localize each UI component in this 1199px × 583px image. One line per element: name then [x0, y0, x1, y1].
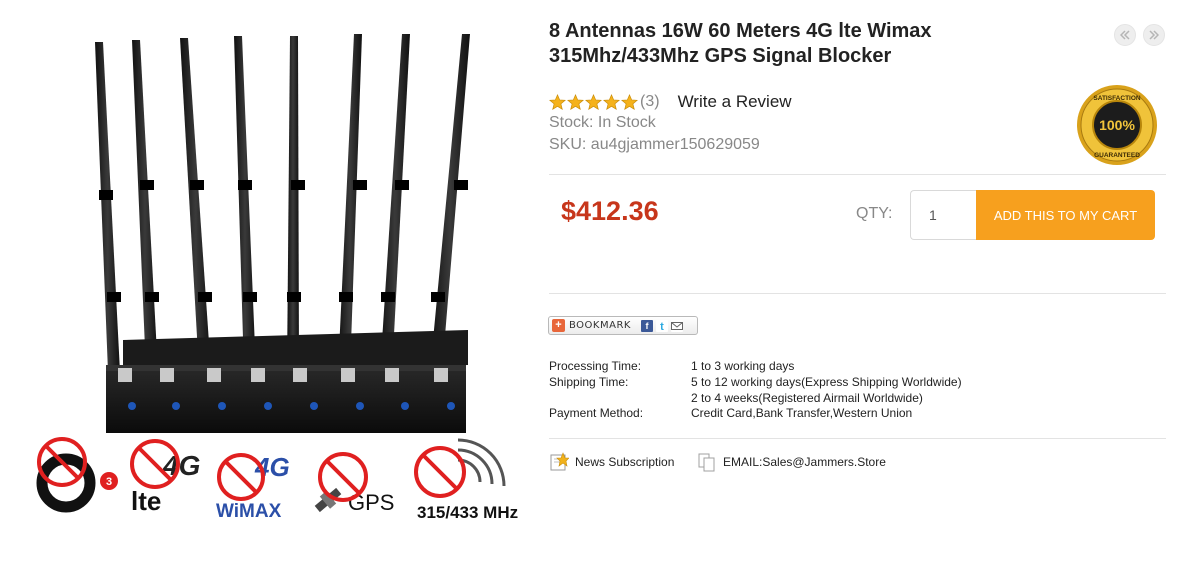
- band-315-433-badge: 315/433 MHz: [414, 438, 518, 522]
- facebook-icon[interactable]: f: [640, 319, 653, 332]
- shipping-time-label: Shipping Time:: [549, 375, 629, 389]
- payment-method-label: Payment Method:: [549, 406, 644, 420]
- processing-time-value: 1 to 3 working days: [691, 359, 795, 373]
- payment-method-value: Credit Card,Bank Transfer,Western Union: [691, 406, 913, 420]
- processing-time-label: Processing Time:: [549, 359, 642, 373]
- divider: [549, 438, 1166, 439]
- email-contact-link[interactable]: EMAIL:Sales@Jammers.Store: [697, 452, 886, 472]
- band-gps-badge: GPS: [314, 452, 394, 515]
- band-lte-badge: 4G lte: [130, 439, 200, 516]
- news-subscription-link[interactable]: News Subscription: [550, 452, 674, 471]
- band3-text: WiMAX: [216, 501, 282, 522]
- news-subscription-label: News Subscription: [575, 454, 675, 469]
- guarantee-bottom-text: GUARANTEED: [1094, 152, 1140, 159]
- star-icon: [549, 93, 566, 110]
- sku-value: SKU: au4gjammer150629059: [549, 136, 760, 153]
- band4-text: GPS: [348, 490, 394, 515]
- band2-text: lte: [131, 486, 161, 516]
- twitter-icon[interactable]: t: [655, 319, 668, 333]
- band1-number: 3: [106, 476, 112, 488]
- star-icon: [585, 93, 602, 110]
- product-title: 8 Antennas 16W 60 Meters 4G lte Wimax 31…: [549, 19, 1109, 69]
- add-to-cart-button[interactable]: ADD THIS TO MY CART: [976, 190, 1155, 240]
- quantity-label: QTY:: [856, 205, 893, 222]
- bookmark-share-button[interactable]: + BOOKMARK f t: [548, 316, 698, 335]
- satisfaction-guarantee-badge: 100% SATISFACTION GUARANTEED: [1077, 85, 1157, 165]
- rating-row: (3) Write a Review: [549, 92, 792, 112]
- star-rating: [549, 93, 639, 111]
- jammer-antennas: [95, 34, 470, 372]
- chevron-double-left-icon: [1120, 30, 1130, 40]
- review-count[interactable]: (3): [640, 93, 660, 111]
- guarantee-center-text: 100%: [1099, 117, 1135, 133]
- star-icon: [621, 93, 638, 110]
- divider: [549, 174, 1166, 175]
- email-share-icon[interactable]: [670, 319, 683, 332]
- jammer-body: [106, 330, 468, 433]
- shipping-time-value-airmail: 2 to 4 weeks(Registered Airmail Worldwid…: [691, 391, 923, 405]
- guarantee-top-text: SATISFACTION: [1093, 95, 1140, 102]
- shipping-time-value-express: 5 to 12 working days(Express Shipping Wo…: [691, 375, 962, 389]
- email-address: EMAIL:Sales@Jammers.Store: [723, 455, 886, 469]
- stock-status: Stock: In Stock: [549, 114, 656, 131]
- newsletter-icon: [550, 452, 569, 471]
- band-3g-badge: 3: [36, 437, 118, 513]
- bookmark-label: BOOKMARK: [569, 320, 631, 331]
- document-copy-icon: [698, 453, 715, 472]
- product-image: 3 4G lte 4G WiMAX GPS 315/433 MHz: [36, 34, 518, 522]
- signal-badges: 3 4G lte 4G WiMAX GPS 315/433 MHz: [36, 437, 518, 522]
- plus-icon: +: [552, 319, 565, 332]
- product-price: $412.36: [561, 196, 659, 226]
- product-title-line1: 8 Antennas 16W 60 Meters 4G lte Wimax: [549, 20, 932, 42]
- next-product-button[interactable]: [1143, 24, 1165, 46]
- write-review-link[interactable]: Write a Review: [678, 92, 792, 112]
- product-title-line2: 315Mhz/433Mhz GPS Signal Blocker: [549, 45, 892, 67]
- band-wimax-badge: 4G WiMAX: [216, 452, 290, 522]
- chevron-double-right-icon: [1149, 30, 1159, 40]
- band5-text: 315/433 MHz: [417, 503, 518, 522]
- previous-product-button[interactable]: [1114, 24, 1136, 46]
- star-icon: [567, 93, 584, 110]
- star-icon: [603, 93, 620, 110]
- divider: [549, 293, 1166, 294]
- quantity-input[interactable]: [910, 190, 977, 240]
